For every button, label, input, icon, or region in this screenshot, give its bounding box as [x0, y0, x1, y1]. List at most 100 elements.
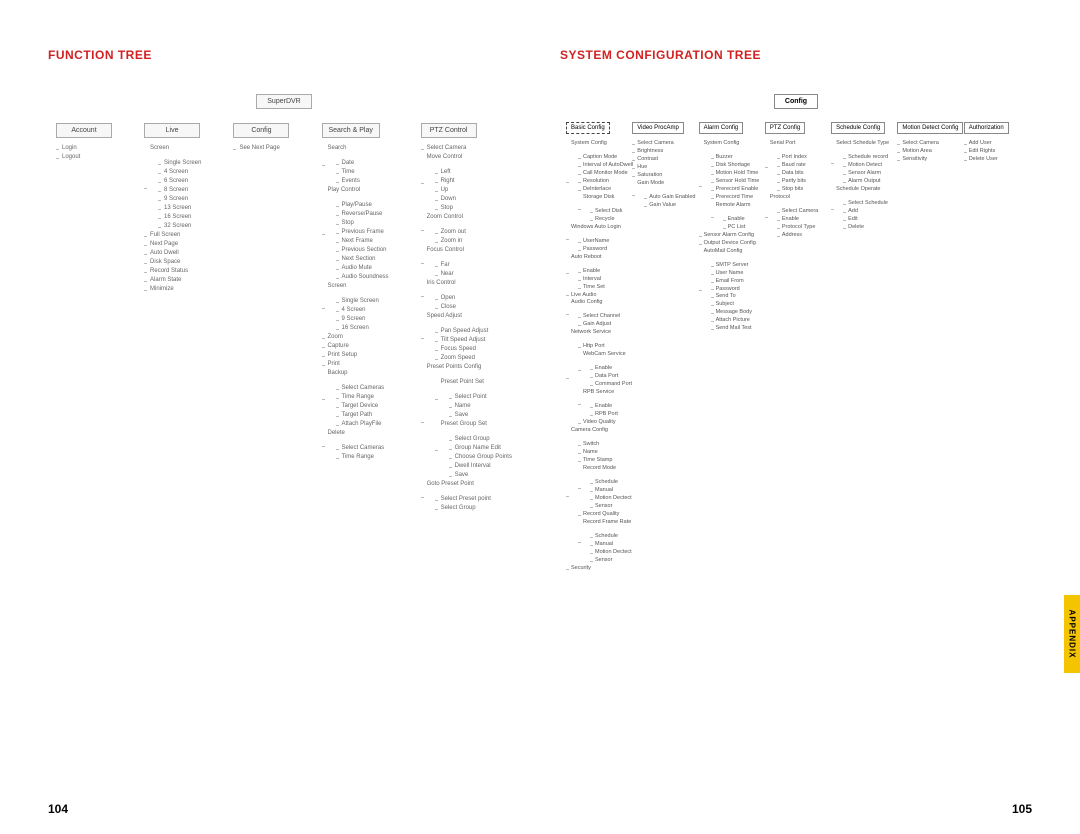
- tree-item: SearchDateTimeEvents: [322, 144, 389, 186]
- tree-item: Message Body: [711, 309, 760, 317]
- tree-item: Motion Detect: [843, 162, 889, 170]
- tree-item: Sensor Alarm Config: [699, 232, 760, 240]
- tree-item: Edit: [843, 216, 889, 224]
- tree-item: Output Device Config: [699, 240, 760, 248]
- tree-item: Record Quality: [578, 511, 633, 519]
- tree-item: Send To: [711, 293, 760, 301]
- tree-item: 9 Screen: [336, 315, 389, 324]
- sc-branch: Basic ConfigSystem ConfigCaption ModeInt…: [566, 122, 628, 573]
- tree-item: AutoMail ConfigSMTP ServerUser NameEmail…: [699, 248, 760, 334]
- ft-root-box: SuperDVR: [256, 94, 312, 109]
- tree-item: ScreenSingle Screen4 Screen9 Screen16 Sc…: [322, 282, 389, 333]
- tree-item: Print Setup: [322, 351, 389, 360]
- sc-branch: PTZ ConfigSerial PortPort IndexBaud rate…: [765, 122, 827, 573]
- tree-item: Play ControlPlay/PauseReverse/PauseStopP…: [322, 186, 389, 282]
- tree-item: Motion Dectect: [590, 549, 633, 557]
- tree-item: Select Camera: [632, 140, 695, 148]
- tree-item: Logout: [56, 153, 80, 162]
- tree-item: Open: [435, 294, 512, 303]
- sc-branch-box: Video ProcAmp: [632, 122, 684, 134]
- tree-item: Full Screen: [144, 231, 201, 240]
- tree-item: Date: [336, 159, 389, 168]
- function-tree-title: FUNCTION TREE: [48, 48, 520, 62]
- tree-item: Live Audio: [566, 292, 633, 300]
- tree-item: Zoom Speed: [435, 354, 512, 363]
- tree-item: Goto Preset PointSelect Preset pointSele…: [421, 480, 512, 513]
- tree-item: Select Group: [435, 504, 512, 513]
- sc-branch: Alarm ConfigSystem ConfigBuzzerDisk Shor…: [699, 122, 761, 573]
- tree-item: Preset Group SetSelect GroupGroup Name E…: [435, 420, 512, 480]
- tree-item: ScreenSingle Screen4 Screen6 Screen8 Scr…: [144, 144, 201, 231]
- tree-item: Single Screen: [336, 297, 389, 306]
- tree-item: Sensor: [590, 503, 633, 511]
- tree-item: Enable: [590, 365, 633, 373]
- tree-item: Dwell Interval: [449, 462, 512, 471]
- function-tree: SuperDVR AccountLoginLogoutLiveScreenSin…: [48, 90, 520, 513]
- tree-item: Select Point: [449, 393, 512, 402]
- tree-item: Alarm State: [144, 276, 201, 285]
- tree-item: Left: [435, 168, 512, 177]
- sc-branch: Video ProcAmp Select CameraBrightnessCont…: [632, 122, 694, 573]
- tree-item: Select Preset point: [435, 495, 512, 504]
- tree-item: System ConfigCaption ModeInterval of Aut…: [566, 140, 633, 224]
- tree-item: Add User: [964, 140, 998, 148]
- tree-item: Interval: [578, 276, 633, 284]
- tree-item: 16 Screen: [158, 213, 201, 222]
- tree-item: User Name: [711, 270, 760, 278]
- tree-item: Schedule record: [843, 154, 889, 162]
- tree-item: Select Camera: [777, 208, 818, 216]
- tree-item: Camera ConfigSwitchNameTime StampRecord …: [566, 427, 633, 565]
- tree-item: Protocol Type: [777, 224, 818, 232]
- tree-item: BackupSelect CamerasTime RangeTarget Dev…: [322, 369, 389, 429]
- sc-branch-box: Motion Detect Config: [897, 122, 963, 134]
- tree-item: Time Range: [336, 453, 389, 462]
- tree-item: Delete User: [964, 156, 998, 164]
- tree-item: Save: [449, 471, 512, 480]
- system-config-title: SYSTEM CONFIGURATION TREE: [560, 48, 1032, 62]
- tree-item: Next Page: [144, 240, 201, 249]
- tree-item: Resolution: [578, 178, 633, 186]
- ft-branch: PTZ ControlSelect CameraMove ControlLeft…: [421, 123, 512, 513]
- ft-branch-box: Search & Play: [322, 123, 380, 138]
- page-number-left: 104: [48, 802, 68, 816]
- tree-item: Contrast: [632, 156, 695, 164]
- tree-item: UserName: [578, 238, 633, 246]
- tree-item: Group Name Edit: [449, 444, 512, 453]
- tree-item: Brightness: [632, 148, 695, 156]
- sc-branch-box: Schedule Config: [831, 122, 885, 134]
- tree-item: Interval of AutoDwell: [578, 162, 633, 170]
- tree-item: Time Stamp: [578, 457, 633, 465]
- tree-item: 9 Screen: [158, 195, 201, 204]
- tree-item: Saturation: [632, 172, 695, 180]
- tree-item: Gain ModeAuto Gain EnabledGain Value: [632, 180, 695, 210]
- tree-item: Network ServiceHttp PortWebCam ServiceEn…: [566, 329, 633, 427]
- tree-item: Enable: [777, 216, 818, 224]
- ft-branch: ConfigSee Next Page: [233, 123, 289, 513]
- tree-item: DeInterlace: [578, 186, 633, 194]
- tree-item: Close: [435, 303, 512, 312]
- ft-branch: AccountLoginLogout: [56, 123, 112, 513]
- tree-item: Auto Gain Enabled: [644, 194, 695, 202]
- system-config-tree: Config Basic ConfigSystem ConfigCaption …: [560, 90, 1032, 690]
- tree-item: WebCam ServiceEnableData PortCommand Por…: [578, 351, 633, 389]
- tree-item: Storage DiskSelect DiskRecycle: [578, 194, 633, 224]
- sc-branch-box: Authorization: [964, 122, 1009, 134]
- tree-item: Move ControlLeftRightUpDownStop: [421, 153, 512, 213]
- tree-item: Time Set: [578, 284, 633, 292]
- tree-item: Pan Speed Adjust: [435, 327, 512, 336]
- tree-item: Motion Dectect: [590, 495, 633, 503]
- tree-item: Near: [435, 270, 512, 279]
- tree-item: Time: [336, 168, 389, 177]
- tree-item: Iris ControlOpenClose: [421, 279, 512, 312]
- tree-item: Password: [578, 246, 633, 254]
- tree-item: Sensor Hold Time: [711, 178, 760, 186]
- ft-branch-box: Account: [56, 123, 112, 138]
- ft-branch-box: PTZ Control: [421, 123, 477, 138]
- tree-item: Prerecord Enable: [711, 186, 760, 194]
- tree-item: Events: [336, 177, 389, 186]
- tree-item: Schedule: [590, 479, 633, 487]
- tree-item: Time Range: [336, 393, 389, 402]
- sc-branch: Motion Detect ConfigSelect CameraMotion …: [897, 122, 959, 573]
- tree-item: Security: [566, 565, 633, 573]
- tree-item: Minimize: [144, 285, 201, 294]
